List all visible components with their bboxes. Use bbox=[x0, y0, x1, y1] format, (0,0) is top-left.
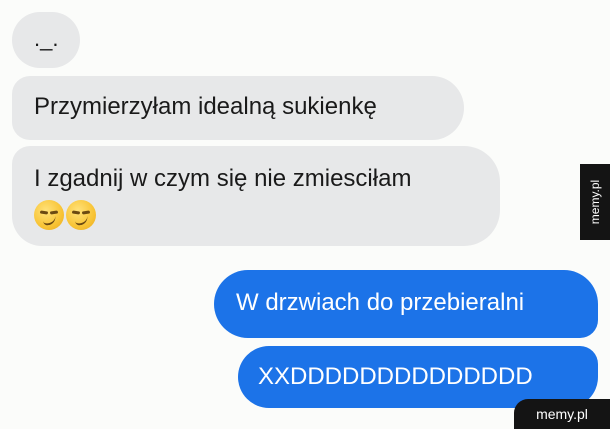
corner-watermark: memy.pl bbox=[514, 399, 610, 429]
incoming-message-bubble[interactable]: Przymierzyłam idealną sukienkę bbox=[12, 76, 464, 140]
smirking-face-emoji-icon bbox=[66, 200, 96, 230]
side-watermark-text: memy.pl bbox=[588, 179, 603, 225]
smirking-face-emoji-icon bbox=[34, 200, 64, 230]
corner-watermark-text: memy.pl bbox=[536, 406, 588, 422]
emoji-row bbox=[34, 200, 500, 230]
message-text: I zgadnij w czym się nie zmiesciłam bbox=[34, 165, 412, 192]
message-text: XXDDDDDDDDDDDDDD bbox=[258, 363, 533, 390]
side-watermark: memy.pl bbox=[580, 164, 610, 240]
message-text: Przymierzyłam idealną sukienkę bbox=[34, 93, 377, 120]
outgoing-message-bubble[interactable]: W drzwiach do przebieralni bbox=[214, 270, 598, 338]
message-text: W drzwiach do przebieralni bbox=[236, 289, 525, 316]
incoming-message-bubble[interactable]: I zgadnij w czym się nie zmiesciłam bbox=[12, 146, 500, 246]
incoming-message-bubble[interactable]: ._. bbox=[12, 12, 80, 68]
message-text: ._. bbox=[34, 26, 59, 51]
